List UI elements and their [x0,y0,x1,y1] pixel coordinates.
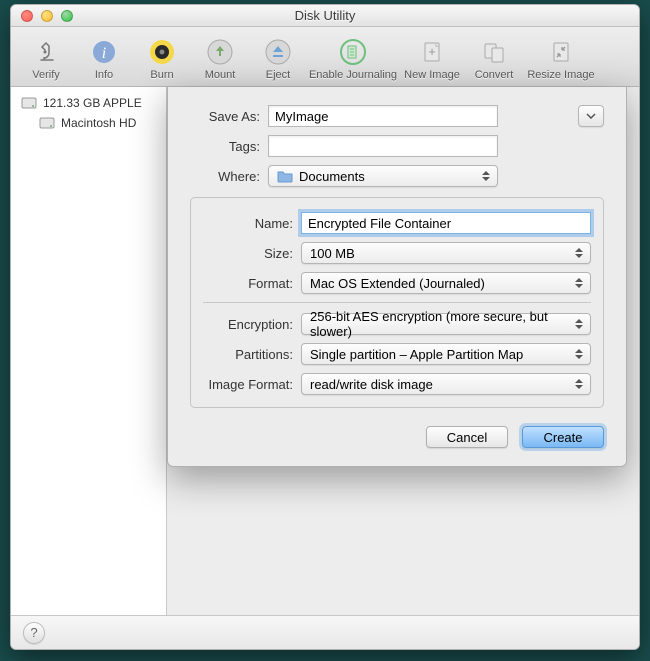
sidebar-item-label: 121.33 GB APPLE [43,96,142,110]
create-button[interactable]: Create [522,426,604,448]
convert-icon [479,37,509,67]
sidebar: 121.33 GB APPLE Macintosh HD [11,87,167,615]
toolbar-label: Mount [205,69,236,81]
disk-utility-window: Disk Utility Verify i Info Burn Mount [10,4,640,650]
toolbar-label: Eject [266,69,290,81]
new-image-icon: + [417,37,447,67]
partitions-label: Partitions: [203,347,293,362]
toolbar-label: New Image [404,69,460,81]
window-title: Disk Utility [11,8,639,23]
toolbar-resize-image[interactable]: Resize Image [523,33,599,81]
statusbar: ? [11,615,639,649]
updown-arrows-icon [572,316,586,332]
toolbar-label: Info [95,69,113,81]
button-label: Cancel [447,430,487,445]
volume-icon [39,115,55,131]
save-as-input[interactable] [268,105,498,127]
sidebar-disk-item[interactable]: 121.33 GB APPLE [11,93,166,113]
name-label: Name: [203,216,293,231]
chevron-down-icon [586,113,596,119]
toolbar-mount[interactable]: Mount [191,33,249,81]
resize-icon [546,37,576,67]
where-value: Documents [299,169,365,184]
size-label: Size: [203,246,293,261]
toolbar-verify[interactable]: Verify [17,33,75,81]
folder-icon [277,169,293,183]
updown-arrows-icon [572,376,586,392]
toolbar-new-image[interactable]: + New Image [399,33,465,81]
where-popup[interactable]: Documents [268,165,498,187]
toolbar-label: Burn [150,69,173,81]
toolbar-burn[interactable]: Burn [133,33,191,81]
size-value: 100 MB [310,246,355,261]
encryption-label: Encryption: [203,317,293,332]
image-format-label: Image Format: [203,377,293,392]
toolbar-label: Enable Journaling [309,69,397,81]
toolbar-label: Resize Image [527,69,594,81]
updown-arrows-icon [479,168,493,184]
toolbar-enable-journaling[interactable]: Enable Journaling [307,33,399,81]
toolbar-label: Verify [32,69,60,81]
updown-arrows-icon [572,245,586,261]
partitions-popup[interactable]: Single partition – Apple Partition Map [301,343,591,365]
titlebar: Disk Utility [11,5,639,27]
format-value: Mac OS Extended (Journaled) [310,276,485,291]
button-label: Create [543,430,582,445]
toolbar: Verify i Info Burn Mount Eject [11,27,639,87]
format-label: Format: [203,276,293,291]
mount-icon [205,37,235,67]
cancel-button[interactable]: Cancel [426,426,508,448]
sidebar-volume-item[interactable]: Macintosh HD [11,113,166,133]
toolbar-info[interactable]: i Info [75,33,133,81]
updown-arrows-icon [572,275,586,291]
tags-label: Tags: [190,139,260,154]
new-image-sheet: Save As: Tags: Where: Documents [167,87,627,467]
toolbar-label: Convert [475,69,514,81]
format-popup[interactable]: Mac OS Extended (Journaled) [301,272,591,294]
help-glyph: ? [30,625,37,640]
button-row: Cancel Create [190,426,604,448]
save-as-label: Save As: [190,109,260,124]
help-button[interactable]: ? [23,622,45,644]
where-label: Where: [190,169,260,184]
encryption-popup[interactable]: 256-bit AES encryption (more secure, but… [301,313,591,335]
burn-icon [147,37,177,67]
toolbar-eject[interactable]: Eject [249,33,307,81]
svg-text:+: + [428,44,436,59]
size-popup[interactable]: 100 MB [301,242,591,264]
disclosure-button[interactable] [578,105,604,127]
microscope-icon [31,37,61,67]
tags-input[interactable] [268,135,498,157]
eject-icon [263,37,293,67]
name-input[interactable] [301,212,591,234]
svg-text:i: i [102,45,106,62]
info-icon: i [89,37,119,67]
image-format-value: read/write disk image [310,377,433,392]
updown-arrows-icon [572,346,586,362]
partitions-value: Single partition – Apple Partition Map [310,347,523,362]
hard-disk-icon [21,95,37,111]
journaling-icon [338,37,368,67]
toolbar-convert[interactable]: Convert [465,33,523,81]
encryption-value: 256-bit AES encryption (more secure, but… [310,309,568,339]
options-box: Name: Size: 100 MB Format: Mac OS Extend… [190,197,604,408]
divider [203,302,591,303]
image-format-popup[interactable]: read/write disk image [301,373,591,395]
sidebar-item-label: Macintosh HD [61,116,136,130]
